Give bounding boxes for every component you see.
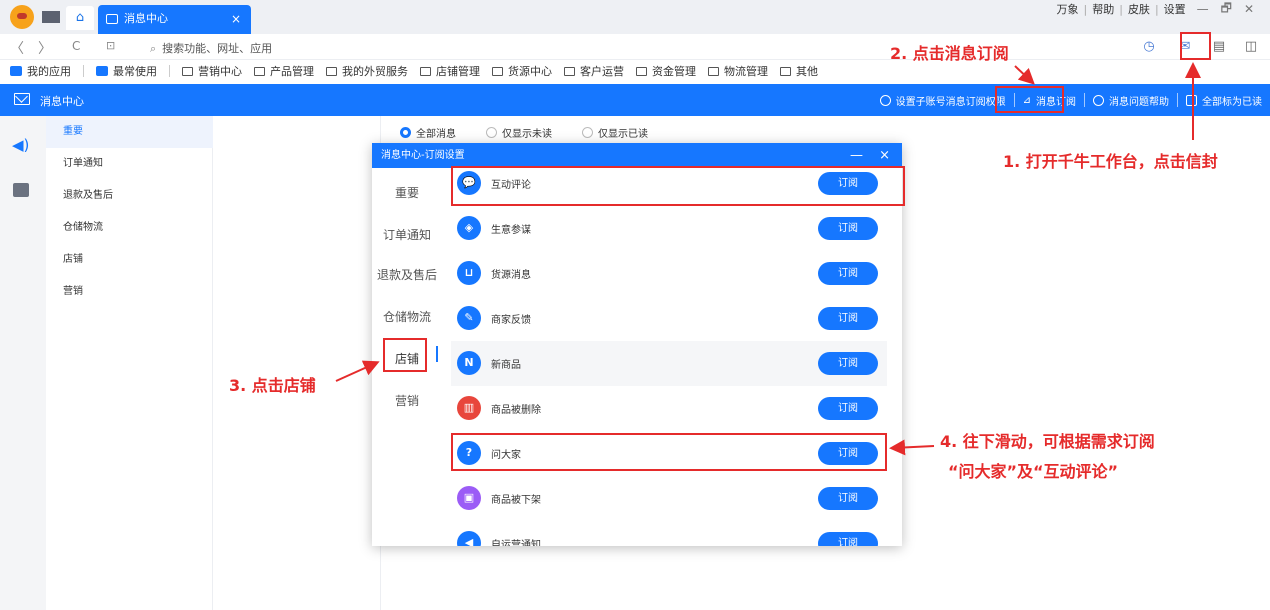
- arrow-step-2: [1014, 65, 1035, 85]
- arrow-step-3: [335, 360, 380, 382]
- arrow-step-4: [889, 439, 935, 456]
- annotation-arrows: [335, 62, 1201, 456]
